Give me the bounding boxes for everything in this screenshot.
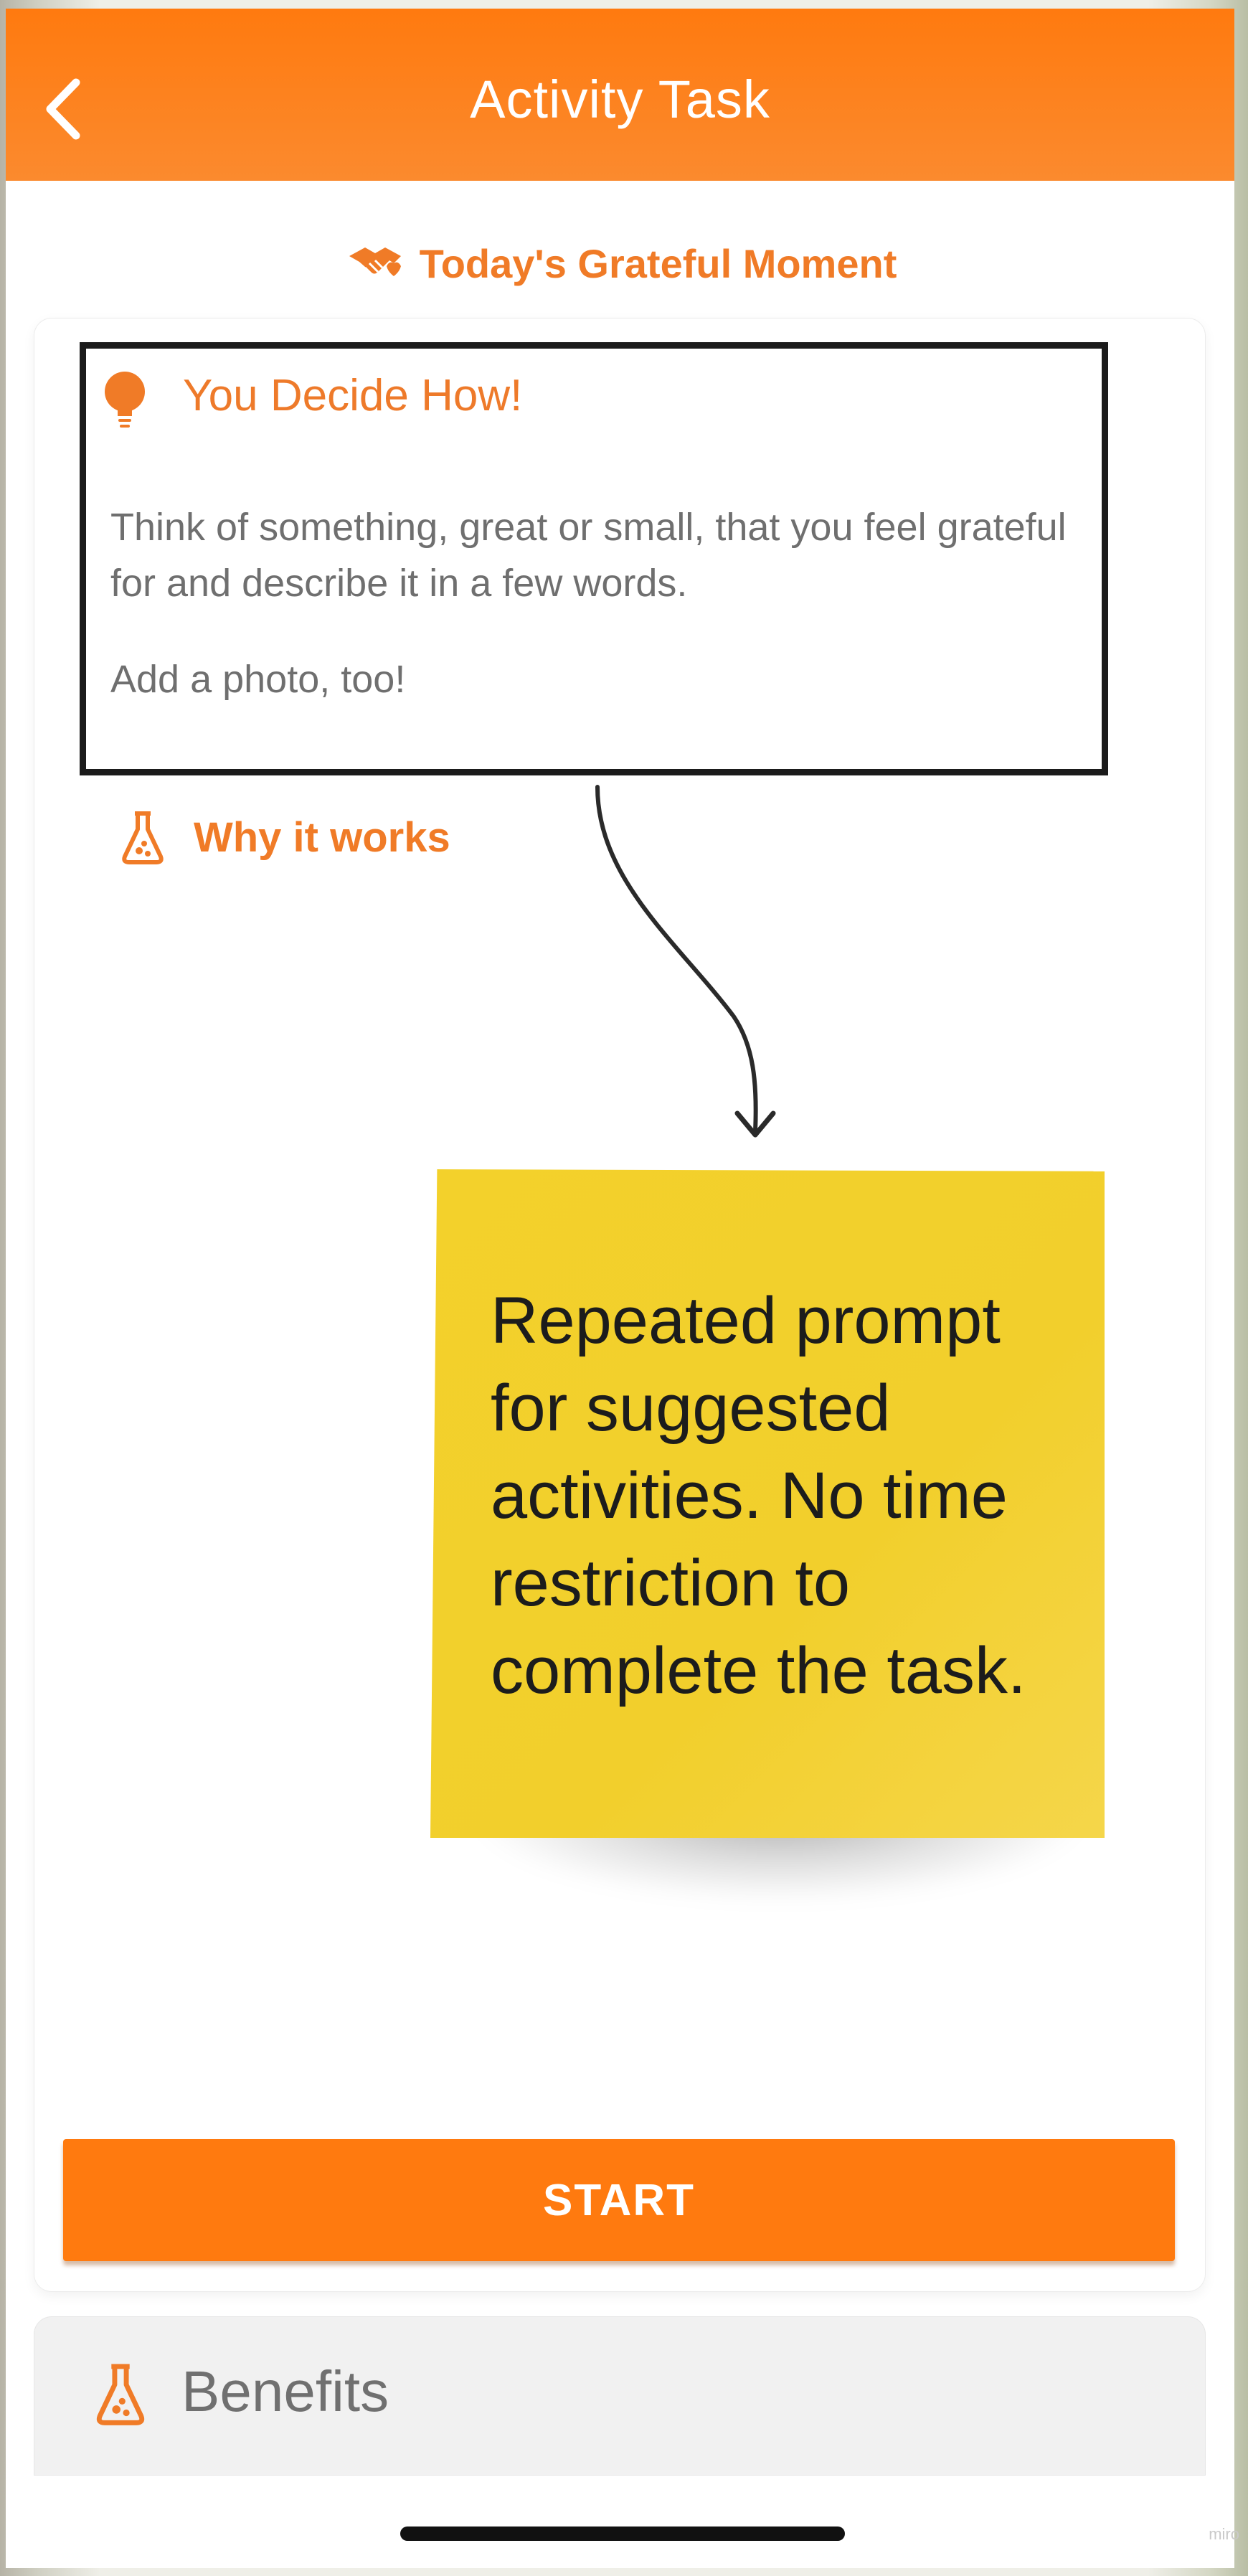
annotation-arrow [595, 785, 776, 1138]
home-indicator[interactable] [400, 2527, 845, 2541]
watermark: miro [1209, 2525, 1239, 2543]
lightbulb-icon [105, 372, 145, 428]
sticky-note: Repeated prompt for suggested activities… [430, 1169, 1105, 1838]
prompt-extra: Add a photo, too! [110, 658, 406, 701]
sticky-note-text: Repeated prompt for suggested activities… [491, 1284, 1026, 1707]
chevron-left-icon [46, 78, 80, 140]
grateful-moment-heading: Today's Grateful Moment [6, 227, 1234, 299]
prompt-description: Think of something, great or small, that… [110, 506, 1067, 605]
prompt-box: You Decide How! Think of something, grea… [80, 342, 1108, 775]
app-header: Activity Task [6, 9, 1234, 181]
flask-icon [122, 811, 164, 864]
why-it-works-link[interactable]: Why it works [120, 801, 450, 873]
benefits-section[interactable]: Benefits [34, 2317, 1205, 2475]
phone-screen: Activity Task Today's Grateful Moment Yo… [6, 9, 1234, 2568]
why-it-works-label: Why it works [194, 813, 450, 861]
flask-icon [96, 2364, 145, 2425]
prompt-title: You Decide How! [183, 371, 523, 420]
handshake-heart-icon [349, 247, 401, 276]
grateful-moment-label: Today's Grateful Moment [419, 240, 897, 286]
page-title: Activity Task [470, 69, 770, 129]
benefits-label: Benefits [181, 2359, 389, 2423]
start-button[interactable]: START [63, 2139, 1175, 2261]
back-button[interactable] [34, 73, 92, 145]
